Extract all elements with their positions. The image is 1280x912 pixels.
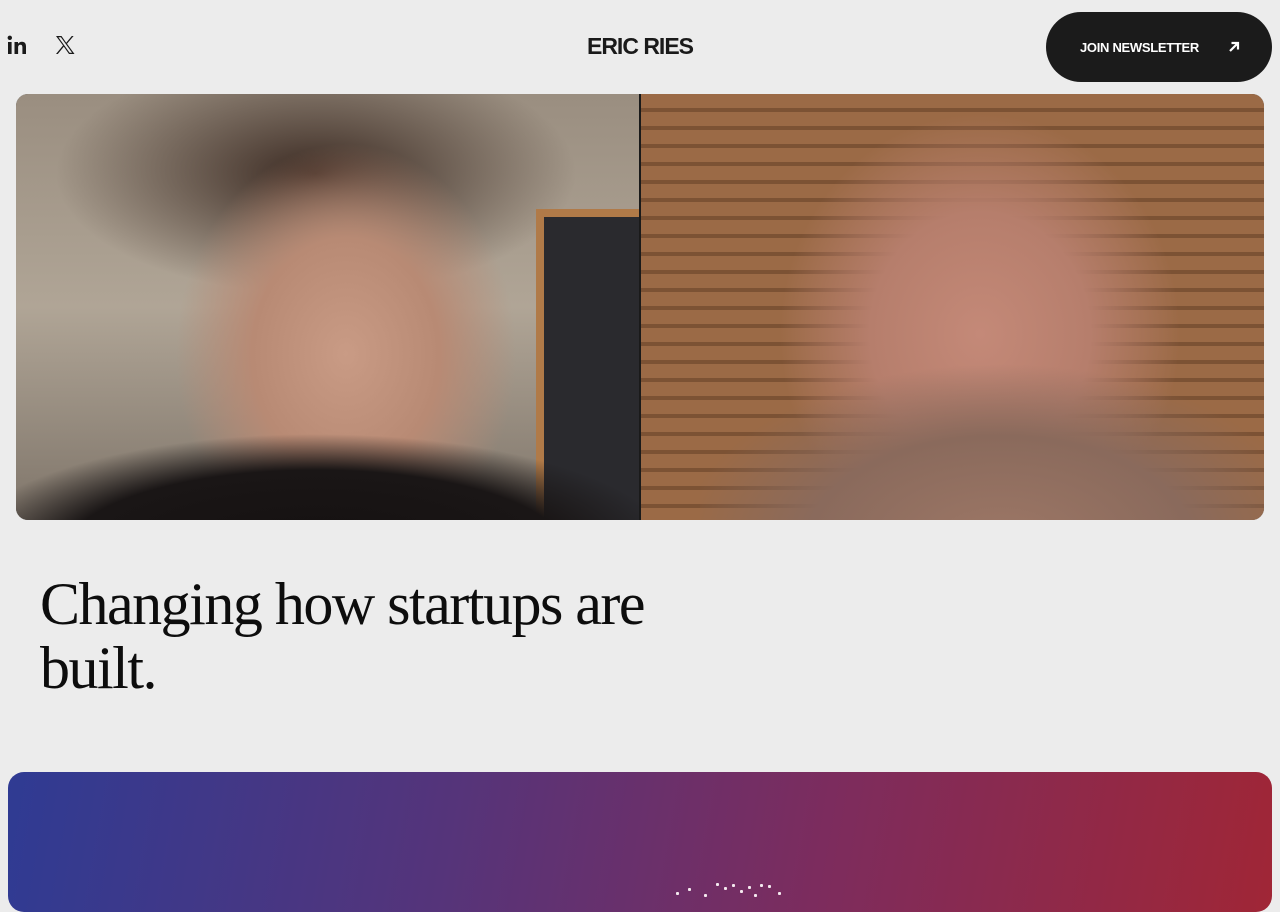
hero-video-call-image <box>16 94 1264 520</box>
arrow-up-right-icon <box>1229 41 1240 52</box>
join-newsletter-button[interactable]: JOIN NEWSLETTER <box>1046 12 1272 82</box>
site-header: ERIC RIES JOIN NEWSLETTER <box>0 0 1280 94</box>
jacket <box>700 344 1264 520</box>
hero-image-right-person <box>640 94 1264 520</box>
join-newsletter-label: JOIN NEWSLETTER <box>1080 39 1200 55</box>
hero-headline: Changing how startups are built. <box>40 571 646 701</box>
gradient-feature-section <box>8 772 1272 912</box>
hero-image-left-person <box>16 94 640 520</box>
dark-shirt <box>16 424 640 520</box>
video-split-divider <box>639 94 641 520</box>
